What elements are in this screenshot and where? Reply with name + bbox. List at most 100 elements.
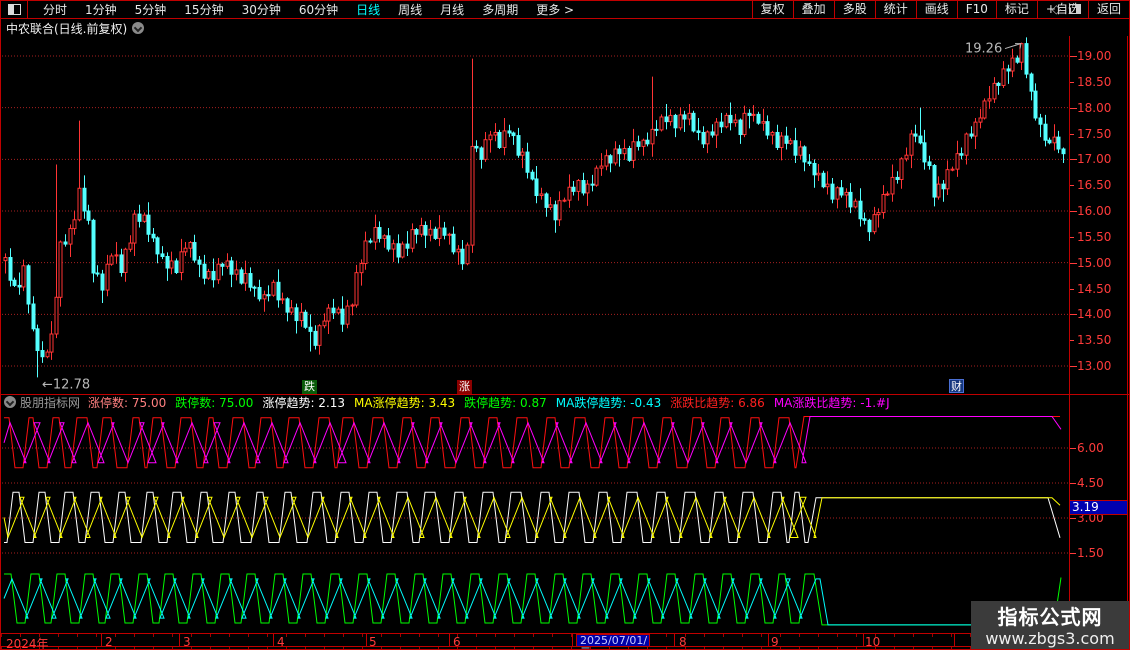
month-divider <box>572 634 573 646</box>
price-axis-label: 14.00 <box>1077 307 1125 321</box>
stock-title[interactable]: 中农联合(日线.前复权) <box>6 20 127 37</box>
indicator-values: 涨停数: 75.00 跌停数: 75.00 涨停趋势: 2.13 MA涨停趋势: 3.… <box>88 394 899 411</box>
indicator-header: 股朋指标网 涨停数: 75.00 跌停数: 75.00 涨停趋势: 2.13 MA涨停… <box>1 395 899 409</box>
svg-text:19.26: 19.26 <box>965 42 1002 57</box>
title-chevron-down-icon[interactable] <box>132 22 144 34</box>
indicator-value: 跌停数: 75.00 <box>175 394 253 411</box>
toolbar-divider <box>27 1 28 19</box>
time-axis: 2024年2345689102025/07/01/二 <box>1 633 1129 647</box>
price-axis-label: 18.50 <box>1077 75 1125 89</box>
current-value-box: 3.19 <box>1070 500 1127 515</box>
period-tab-分时[interactable]: 分时 <box>34 1 76 19</box>
price-axis-tick <box>1070 211 1077 212</box>
indicator-axis-label: 1.50 <box>1077 546 1125 560</box>
watermark-title: 指标公式网 <box>998 605 1103 629</box>
month-divider <box>179 634 180 646</box>
period-tab-月线[interactable]: 月线 <box>431 1 473 19</box>
indicator-value: 涨跌比趋势: 6.86 <box>670 394 765 411</box>
indicator-axis-tick <box>1070 483 1076 484</box>
toolbar-button-画线[interactable]: 画线 <box>916 1 957 19</box>
axis-divider <box>1069 36 1070 647</box>
price-axis-tick <box>1070 134 1074 135</box>
period-tab-30分钟[interactable]: 30分钟 <box>233 1 290 19</box>
period-tab-15分钟[interactable]: 15分钟 <box>175 1 232 19</box>
indicator-chevron-down-icon[interactable] <box>4 396 16 408</box>
time-minor-ticks <box>1 634 1129 637</box>
price-axis-label: 15.00 <box>1077 256 1125 270</box>
toolbar-button-复权[interactable]: 复权 <box>752 1 793 19</box>
period-tab-日线[interactable]: 日线 <box>347 1 389 19</box>
price-axis-label: 17.00 <box>1077 152 1125 166</box>
price-axis-tick <box>1070 185 1074 186</box>
price-axis-tick <box>1070 340 1074 341</box>
up-limit-badge: 涨 <box>457 380 472 394</box>
price-axis-tick <box>1070 82 1074 83</box>
price-axis-label: 13.00 <box>1077 359 1125 373</box>
price-axis-tick <box>1070 159 1077 160</box>
price-axis-label: 17.50 <box>1077 127 1125 141</box>
axis-right-divider <box>1127 36 1128 647</box>
indicator-chart[interactable] <box>2 409 1069 633</box>
price-axis-label: 16.00 <box>1077 204 1125 218</box>
title-row: 中农联合(日线.前复权) <box>1 20 1069 36</box>
title-right-icons: ◇ <box>1052 3 1081 15</box>
watermark: 指标公式网 www.zbgs3.com <box>971 601 1129 650</box>
price-axis-label: 19.00 <box>1077 49 1125 63</box>
month-divider <box>768 634 769 646</box>
period-tabs: 分时1分钟5分钟15分钟30分钟60分钟日线周线月线多周期更多 > <box>34 1 583 19</box>
finance-report-badge: 财 <box>949 379 964 393</box>
indicator-source-label: 股朋指标网 <box>20 394 80 411</box>
down-limit-badge: 跌 <box>302 380 317 394</box>
period-tab-更多 >[interactable]: 更多 > <box>527 1 583 19</box>
price-axis-tick <box>1070 108 1077 109</box>
toolbar-button-多股[interactable]: 多股 <box>834 1 875 19</box>
period-tab-1分钟[interactable]: 1分钟 <box>76 1 126 19</box>
price-axis-tick <box>1070 314 1077 315</box>
month-divider <box>674 634 675 646</box>
period-tab-5分钟[interactable]: 5分钟 <box>126 1 176 19</box>
diamond-icon[interactable]: ◇ <box>1052 3 1061 15</box>
toolbar-button-统计[interactable]: 统计 <box>875 1 916 19</box>
price-axis-label: 15.50 <box>1077 230 1125 244</box>
price-axis-tick <box>1070 289 1074 290</box>
toolbar-button-标记[interactable]: 标记 <box>996 1 1037 19</box>
indicator-axis-label: 4.50 <box>1077 476 1125 490</box>
sidebar-toggle-icon[interactable] <box>8 4 21 15</box>
price-axis-label: 13.50 <box>1077 333 1125 347</box>
watermark-url: www.zbgs3.com <box>985 629 1114 648</box>
price-axis-tick <box>1070 237 1074 238</box>
toolbar-button-返回[interactable]: 返回 <box>1088 1 1129 19</box>
indicator-value: MA跌停趋势: -0.43 <box>556 394 661 411</box>
indicator-axis-tick <box>1070 448 1076 449</box>
month-divider <box>273 634 274 646</box>
price-axis-tick <box>1070 263 1077 264</box>
price-axis-label: 14.50 <box>1077 282 1125 296</box>
indicator-axis-label: 6.00 <box>1077 441 1125 455</box>
month-divider <box>366 634 367 646</box>
svg-text:←12.78: ←12.78 <box>42 377 90 392</box>
price-axis-label: 16.50 <box>1077 178 1125 192</box>
period-tab-周线[interactable]: 周线 <box>389 1 431 19</box>
candlestick-chart[interactable]: 19.26 ←12.78 <box>2 36 1069 394</box>
indicator-value: 涨停趋势: 2.13 <box>262 394 345 411</box>
month-divider <box>863 634 864 646</box>
toolbar-button-叠加[interactable]: 叠加 <box>793 1 834 19</box>
indicator-value: MA涨跌比趋势: -1.#J <box>774 394 890 411</box>
indicator-value: 涨停数: 75.00 <box>88 394 166 411</box>
trading-app-window: 分时1分钟5分钟15分钟30分钟60分钟日线周线月线多周期更多 > 复权叠加多股… <box>0 0 1130 650</box>
toolbar-button-F10[interactable]: F10 <box>957 1 996 19</box>
price-axis-tick <box>1070 56 1077 57</box>
month-divider <box>954 634 955 646</box>
selected-date-box: 2025/07/01/二 <box>576 634 650 647</box>
price-axis-tick <box>1070 366 1077 367</box>
period-tab-60分钟[interactable]: 60分钟 <box>290 1 347 19</box>
panel-layout-icon[interactable] <box>1069 4 1081 14</box>
month-divider <box>449 634 450 646</box>
period-tab-多周期[interactable]: 多周期 <box>473 1 527 19</box>
top-toolbar: 分时1分钟5分钟15分钟30分钟60分钟日线周线月线多周期更多 > 复权叠加多股… <box>1 1 1129 19</box>
indicator-value: 跌停趋势: 0.87 <box>464 394 547 411</box>
indicator-value: MA涨停趋势: 3.43 <box>354 394 455 411</box>
month-divider <box>101 634 102 646</box>
indicator-axis-tick <box>1070 518 1076 519</box>
price-axis-label: 18.00 <box>1077 101 1125 115</box>
